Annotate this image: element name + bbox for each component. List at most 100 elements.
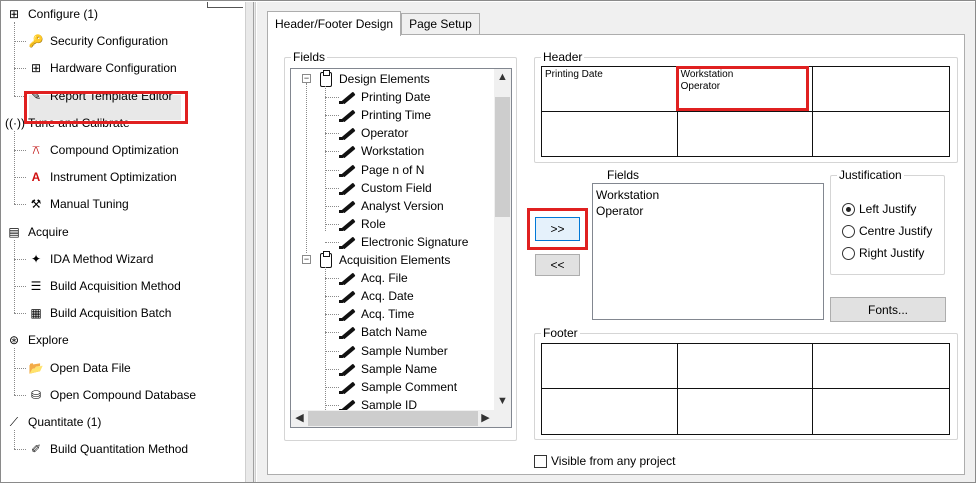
header-cell-6[interactable]	[813, 112, 949, 157]
splitter[interactable]	[245, 2, 256, 482]
header-cell-3[interactable]	[813, 67, 949, 112]
nav-item-open-data-file[interactable]: 📂 Open Data File	[27, 357, 131, 379]
collapse-icon[interactable]: −	[302, 255, 311, 264]
tab-page-setup[interactable]: Page Setup	[401, 13, 480, 35]
tree-connector-vertical	[14, 239, 15, 314]
tree-field-batch-name[interactable]: Batch Name	[339, 323, 427, 341]
nav-item-quantitate-1[interactable]: ⟋ Quantitate (1)	[5, 411, 102, 433]
visible-from-any-project[interactable]: Visible from any project	[534, 454, 676, 468]
nav-item-label: Open Data File	[50, 360, 131, 375]
tab-header-footer-design[interactable]: Header/Footer Design	[267, 11, 402, 36]
vertical-scroll-thumb[interactable]	[495, 97, 510, 217]
header-cell-4[interactable]	[542, 111, 678, 156]
tree-connector	[14, 258, 26, 260]
grid-config-icon: ⊞	[8, 7, 20, 21]
nav-item-explore[interactable]: ⊛ Explore	[5, 329, 69, 351]
header-cell-5[interactable]	[678, 111, 814, 156]
footer-cell-4[interactable]	[542, 389, 678, 434]
radio-label: Centre Justify	[859, 224, 933, 238]
add-button-highlight	[527, 208, 588, 250]
fields-tree[interactable]: − Design Elements Printing Date Printing Ti…	[290, 68, 512, 428]
radio-centre-justify[interactable]: Centre Justify	[842, 224, 932, 238]
tree-field-sample-number[interactable]: Sample Number	[339, 342, 448, 360]
tree-connector	[14, 68, 26, 70]
header-cell-1[interactable]: Printing Date	[542, 67, 678, 112]
scroll-down-icon[interactable]: ▼	[494, 393, 511, 410]
explore-icon: ⊛	[8, 333, 20, 348]
radio-button[interactable]	[842, 246, 855, 260]
footer-cell-5[interactable]	[678, 389, 814, 434]
nav-item-compound-optimization[interactable]: ⚻ Compound Optimization	[27, 139, 179, 161]
footer-cell-3[interactable]	[813, 344, 949, 389]
nav-item-security-configuration[interactable]: 🔑 Security Configuration	[27, 30, 169, 52]
tree-field-acq-file[interactable]: Acq. File	[339, 269, 408, 287]
tree-field-analyst-version[interactable]: Analyst Version	[339, 197, 444, 215]
tree-folder-acquisition-elements[interactable]: Acquisition Elements	[320, 250, 450, 269]
tree-connector	[325, 350, 339, 352]
tree-vertical-scrollbar[interactable]: ▲ ▼	[494, 69, 511, 410]
footer-cell-1[interactable]	[542, 344, 678, 389]
scroll-right-icon[interactable]: ▶	[477, 410, 494, 427]
nav-item-build-acquisition-batch[interactable]: ▦ Build Acquisition Batch	[27, 302, 171, 324]
collapse-icon[interactable]: −	[302, 74, 311, 83]
nav-item-instrument-optimization[interactable]: A Instrument Optimization	[27, 166, 177, 188]
tree-field-role[interactable]: Role	[339, 215, 386, 233]
footer-cell-6[interactable]	[813, 389, 949, 434]
horizontal-scroll-thumb[interactable]	[308, 411, 478, 426]
tree-field-label: Printing Time	[361, 108, 432, 123]
pen-icon	[339, 289, 357, 304]
tree-field-label: Electronic Signature	[361, 234, 469, 249]
tree-field-sample-name[interactable]: Sample Name	[339, 360, 437, 378]
pen-icon	[339, 108, 357, 123]
tree-folder-design-elements[interactable]: Design Elements	[320, 69, 430, 88]
nav-item-ida-method-wizard[interactable]: ✦ IDA Method Wizard	[27, 248, 153, 270]
tree-field-electronic-signature[interactable]: Electronic Signature	[339, 233, 468, 251]
navigation-tree: ⊞ Configure (1) 🔑 Security Configuration ⊞ Ha…	[2, 2, 245, 482]
radio-label: Left Justify	[859, 202, 917, 216]
nav-item-label: Explore	[28, 333, 69, 348]
tree-field-label: Analyst Version	[361, 198, 444, 213]
nav-item-build-acquisition-method[interactable]: ☰ Build Acquisition Method	[27, 275, 181, 297]
batch-icon: ▦	[30, 306, 42, 321]
nav-item-hardware-configuration[interactable]: ⊞ Hardware Configuration	[27, 57, 177, 79]
radio-left-justify[interactable]: Left Justify	[842, 202, 916, 216]
cell-fields-list[interactable]: Workstation Operator	[592, 183, 824, 320]
tuning-icon: ⚒	[30, 197, 42, 212]
tree-connector	[14, 150, 26, 151]
tree-field-workstation[interactable]: Workstation	[339, 142, 424, 160]
radio-button[interactable]	[842, 202, 855, 216]
nav-item-open-compound-database[interactable]: ⛁ Open Compound Database	[27, 384, 196, 406]
visible-checkbox[interactable]	[534, 454, 547, 468]
nav-item-acquire[interactable]: ▤ Acquire	[5, 221, 68, 243]
footer-grid	[541, 343, 950, 435]
remove-field-button[interactable]: <<	[535, 254, 580, 276]
nav-item-label: Build Acquisition Method	[50, 279, 181, 293]
tree-field-operator[interactable]: Operator	[339, 124, 408, 142]
fonts-button[interactable]: Fonts...	[830, 297, 946, 322]
tree-field-sample-comment[interactable]: Sample Comment	[339, 378, 457, 396]
tree-field-acq-date[interactable]: Acq. Date	[339, 287, 414, 305]
tree-field-custom-field[interactable]: Custom Field	[339, 179, 432, 197]
tree-field-page-n-of-n[interactable]: Page n of N	[339, 161, 424, 179]
tree-field-printing-date[interactable]: Printing Date	[339, 88, 430, 106]
cell-field-item[interactable]: Operator	[596, 203, 820, 219]
tree-field-label: Acq. File	[361, 271, 408, 286]
radio-right-justify[interactable]: Right Justify	[842, 246, 924, 260]
cell-field-item[interactable]: Workstation	[596, 187, 820, 203]
footer-cell-2[interactable]	[677, 344, 814, 389]
nav-item-build-quantitation-method[interactable]: ✐ Build Quantitation Method	[27, 438, 188, 460]
folder-icon: 📂	[28, 360, 44, 375]
footer-group-title: Footer	[541, 326, 580, 340]
nav-item-configure-1[interactable]: ⊞ Configure (1)	[5, 3, 98, 25]
tree-field-acq-time[interactable]: Acq. Time	[339, 305, 414, 323]
radio-button[interactable]	[842, 224, 855, 238]
nav-item-label: Configure (1)	[28, 7, 99, 21]
tree-field-label: Sample Name	[361, 361, 438, 376]
tree-field-printing-time[interactable]: Printing Time	[339, 106, 431, 124]
tree-horizontal-scrollbar[interactable]: ◀ ▶	[291, 410, 494, 427]
nav-item-manual-tuning[interactable]: ⚒ Manual Tuning	[27, 193, 129, 215]
tree-connector	[325, 314, 339, 316]
scroll-up-icon[interactable]: ▲	[494, 69, 511, 86]
scroll-left-icon[interactable]: ◀	[291, 410, 308, 427]
tree-connector	[14, 367, 26, 369]
